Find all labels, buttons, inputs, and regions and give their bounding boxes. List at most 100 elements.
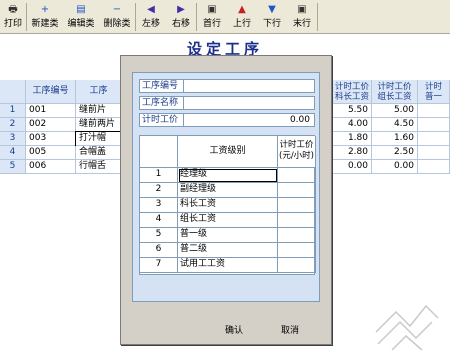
toolbar-button-label: 新建类 — [31, 19, 59, 29]
cell-rate-section-chief[interactable]: 0.00 — [332, 160, 372, 174]
cell-rate-team-leader[interactable]: 1.60 — [372, 132, 418, 146]
level-rate-cell[interactable] — [278, 228, 316, 243]
toolbar-button-0[interactable]: 🖶 打印 — [0, 0, 26, 32]
cell-process-code[interactable]: 006 — [26, 160, 76, 174]
last-row-icon: ▣ — [297, 3, 307, 15]
process-name-input[interactable] — [184, 97, 314, 109]
cell-rate-section-chief[interactable]: 1.80 — [332, 132, 372, 146]
toolbar-button-4[interactable]: ◀ 左移 — [136, 0, 166, 32]
process-rate-label: 计时工价 — [140, 114, 184, 126]
cell-rate-section-chief[interactable]: 4.00 — [332, 118, 372, 132]
cell-process-name[interactable]: 合帽盖 — [76, 146, 122, 160]
level-name-cell[interactable]: 普二级 — [178, 243, 278, 258]
level-rate-cell[interactable] — [278, 213, 316, 228]
process-name-label: 工序名称 — [140, 97, 184, 109]
toolbar-button-label: 编辑类 — [67, 19, 95, 29]
cell-rate-team-leader[interactable]: 2.50 — [372, 146, 418, 160]
cell-rate-general[interactable] — [418, 160, 450, 174]
header-rate-general-line2: 普一 — [424, 92, 442, 102]
level-row-number: 3 — [140, 198, 178, 213]
level-rate-cell[interactable] — [278, 183, 316, 198]
cell-process-name[interactable]: 缝前两片 — [76, 118, 122, 132]
header-process-name: 工序 — [76, 80, 122, 104]
cell-rate-general[interactable] — [418, 104, 450, 118]
grid-corner — [0, 80, 26, 104]
toolbar-button-6[interactable]: ▣ 首行 — [197, 0, 227, 32]
row-number: 4 — [0, 146, 26, 160]
row-number: 5 — [0, 160, 26, 174]
first-row-icon: ▣ — [207, 3, 217, 15]
cell-process-name[interactable]: 行帽舌 — [76, 160, 122, 174]
cancel-button[interactable]: 取消 — [281, 323, 299, 336]
cell-process-code[interactable]: 003 — [26, 132, 76, 146]
level-name-cell[interactable]: 试用工工资 — [178, 258, 278, 273]
cell-process-code[interactable]: 002 — [26, 118, 76, 132]
down-icon: ▼ — [268, 3, 276, 15]
header-rate-team-leader-line1: 计时工价 — [377, 82, 412, 92]
level-rate-cell[interactable] — [278, 258, 316, 273]
header-rate-section-chief-line1: 计时工价 — [335, 82, 370, 92]
cell-rate-general[interactable] — [418, 132, 450, 146]
toolbar: 🖶 打印 + 新建类 ▤ 编辑类 − 删除类 ◀ 左移 ▶ 右移 ▣ 首行 ▲ 上行 ▼ 下行 ▣ 末行 — [0, 0, 450, 34]
process-rate-row: 计时工价 0.00 — [139, 113, 315, 127]
header-rate-team-leader-line2: 组长工资 — [377, 92, 412, 102]
level-rate-cell[interactable] — [278, 168, 316, 183]
header-rate-general: 计时 普一 — [418, 80, 450, 104]
cell-process-name[interactable]: 缝前片 — [76, 104, 122, 118]
toolbar-button-label: 首行 — [202, 19, 221, 29]
cell-rate-section-chief[interactable]: 5.50 — [332, 104, 372, 118]
row-number: 2 — [0, 118, 26, 132]
level-header-rate-line1: (元/小时) — [279, 151, 314, 161]
row-number: 1 — [0, 104, 26, 118]
toolbar-button-5[interactable]: ▶ 右移 — [166, 0, 196, 32]
level-name-cell[interactable]: 经理级 — [178, 168, 278, 183]
toolbar-button-label: 删除类 — [103, 19, 131, 29]
level-row-number: 1 — [140, 168, 178, 183]
level-header-rate-line0: 计时工价 — [279, 140, 314, 150]
level-rate-cell[interactable] — [278, 198, 316, 213]
up-icon: ▲ — [238, 3, 246, 15]
cell-process-code[interactable]: 001 — [26, 104, 76, 118]
level-header-rate: 计时工价 (元/小时) — [278, 136, 316, 168]
watermark-logo — [375, 304, 439, 351]
process-code-label: 工序编号 — [140, 80, 184, 92]
level-row-number: 6 — [140, 243, 178, 258]
header-rate-section-chief: 计时工价 科长工资 — [332, 80, 372, 104]
level-name-cell[interactable]: 科长工资 — [178, 198, 278, 213]
cell-process-name[interactable]: 打汁帽 — [75, 131, 123, 147]
process-code-input[interactable] — [184, 80, 314, 92]
level-name-cell[interactable]: 普一级 — [178, 228, 278, 243]
toolbar-separator — [317, 3, 318, 31]
toolbar-button-3[interactable]: − 删除类 — [99, 0, 135, 32]
toolbar-button-label: 左移 — [141, 19, 160, 29]
cell-process-code[interactable]: 005 — [26, 146, 76, 160]
level-name-cell[interactable]: 副经理级 — [178, 183, 278, 198]
toolbar-button-8[interactable]: ▼ 下行 — [257, 0, 287, 32]
level-rate-cell[interactable] — [278, 243, 316, 258]
toolbar-button-9[interactable]: ▣ 末行 — [287, 0, 317, 32]
printer-icon: 🖶 — [8, 3, 18, 15]
edit-icon: ▤ — [76, 3, 86, 15]
level-name-cell[interactable]: 组长工资 — [178, 213, 278, 228]
delete-icon: − — [112, 3, 122, 15]
cell-rate-team-leader[interactable]: 4.50 — [372, 118, 418, 132]
cell-rate-general[interactable] — [418, 146, 450, 160]
level-row-number: 2 — [140, 183, 178, 198]
level-row-number: 7 — [140, 258, 178, 273]
toolbar-button-7[interactable]: ▲ 上行 — [227, 0, 257, 32]
cell-rate-section-chief[interactable]: 2.80 — [332, 146, 372, 160]
toolbar-button-1[interactable]: + 新建类 — [27, 0, 63, 32]
level-header-corner — [140, 136, 178, 168]
process-name-row: 工序名称 — [139, 96, 315, 110]
process-rate-input[interactable]: 0.00 — [184, 114, 314, 126]
cell-rate-general[interactable] — [418, 118, 450, 132]
process-code-row: 工序编号 — [139, 79, 315, 93]
cell-rate-team-leader[interactable]: 0.00 — [372, 160, 418, 174]
level-row-number: 4 — [140, 213, 178, 228]
toolbar-button-label: 下行 — [262, 19, 281, 29]
toolbar-button-2[interactable]: ▤ 编辑类 — [63, 0, 99, 32]
ok-button[interactable]: 确认 — [225, 323, 243, 336]
cell-rate-team-leader[interactable]: 5.00 — [372, 104, 418, 118]
toolbar-button-label: 右移 — [171, 19, 190, 29]
arrow-left-icon: ◀ — [147, 3, 155, 15]
